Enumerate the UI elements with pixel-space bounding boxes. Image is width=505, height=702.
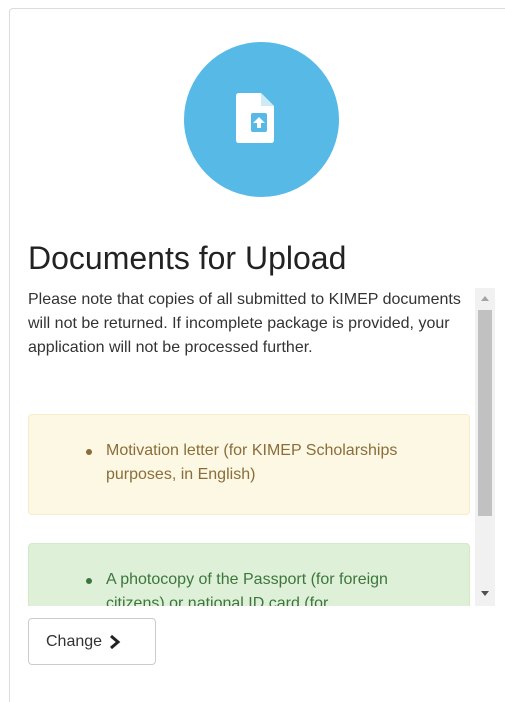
notice-text: Please note that copies of all submitted…	[28, 291, 461, 356]
document-item-motivation-letter: Motivation letter (for KIMEP Scholarship…	[28, 414, 470, 515]
page-title: Documents for Upload	[28, 240, 347, 276]
change-button[interactable]: Change	[28, 618, 156, 665]
scroll-up-arrow-icon[interactable]	[481, 296, 489, 301]
scroll-down-arrow-icon[interactable]	[481, 591, 489, 596]
documents-scroll-area[interactable]: Please note that copies of all submitted…	[28, 288, 495, 606]
document-text: A photocopy of the Passport (for foreign…	[106, 571, 388, 606]
chevron-right-icon	[110, 634, 121, 649]
change-button-label: Change	[46, 632, 103, 650]
scrollbar-thumb[interactable]	[478, 310, 492, 516]
vertical-scrollbar[interactable]	[475, 288, 495, 606]
documents-content: Please note that copies of all submitted…	[28, 288, 471, 606]
list-item: Motivation letter (for KIMEP Scholarship…	[29, 439, 469, 487]
document-text: Motivation letter (for KIMEP Scholarship…	[106, 442, 398, 483]
bullet-icon	[86, 578, 92, 584]
bullet-icon	[86, 449, 92, 455]
document-item-passport: A photocopy of the Passport (for foreign…	[28, 543, 470, 606]
file-upload-icon	[236, 93, 274, 143]
list-item: A photocopy of the Passport (for foreign…	[29, 568, 469, 606]
upload-icon-circle	[184, 42, 339, 197]
